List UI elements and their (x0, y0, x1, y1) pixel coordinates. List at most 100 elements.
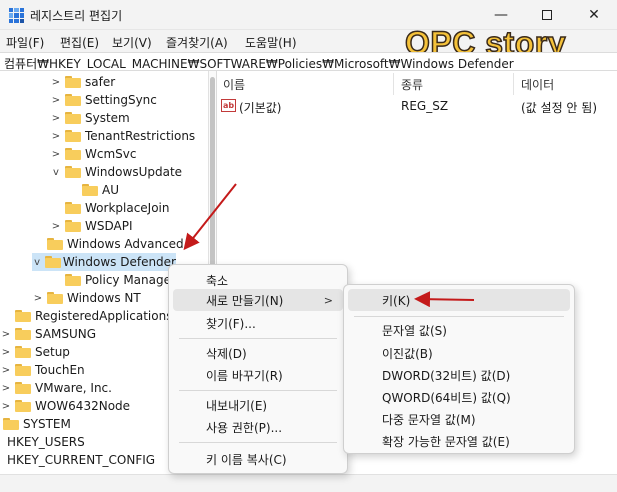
tree-item-safer[interactable]: > safer (50, 73, 115, 91)
column-divider[interactable] (393, 73, 394, 95)
menu-item-permissions[interactable]: 사용 권한(P)... (173, 416, 343, 438)
tree-item-label: WcmSvc (85, 147, 137, 161)
tree-item-vmware[interactable]: > VMware, Inc. (0, 379, 112, 397)
collapse-chevron-icon[interactable]: v (50, 167, 62, 178)
tree-item-label: System (85, 111, 130, 125)
expand-chevron-icon[interactable]: > (32, 293, 44, 304)
column-header-data[interactable]: 데이터 (521, 76, 554, 93)
expand-chevron-icon[interactable]: > (50, 113, 62, 124)
tree-item-windows-nt[interactable]: > Windows NT (32, 289, 141, 307)
tree-item-workplacejoin[interactable]: WorkplaceJoin (50, 199, 170, 217)
menu-item-copy-key-name[interactable]: 키 이름 복사(C) (173, 448, 343, 470)
tree-item-au[interactable]: AU (67, 181, 119, 199)
folder-icon (15, 310, 31, 322)
menu-item-multi-string-value[interactable]: 다중 문자열 값(M) (348, 408, 570, 430)
maximize-icon (542, 10, 552, 20)
menu-file[interactable]: 파일(F) (6, 34, 44, 51)
expand-chevron-icon[interactable]: > (0, 383, 12, 394)
folder-icon (65, 148, 81, 160)
tree-item-windows-advanced[interactable]: Windows Advanced (32, 235, 184, 253)
tree-item-label: SettingSync (85, 93, 157, 107)
folder-icon (3, 418, 19, 430)
tree-item-touchen[interactable]: > TouchEn (0, 361, 85, 379)
tree-item-tenantrestrictions[interactable]: > TenantRestrictions (50, 127, 195, 145)
menu-item-export[interactable]: 내보내기(E) (173, 394, 343, 416)
tree-item-windowsupdate[interactable]: v WindowsUpdate (50, 163, 182, 181)
tree-item-system-hive[interactable]: >SYSTEM (0, 415, 71, 433)
tree-item-hkey-users[interactable]: HKEY_USERS (7, 433, 85, 451)
close-button[interactable]: ✕ (571, 0, 617, 30)
tree-item-label: RegisteredApplications (35, 309, 173, 323)
folder-icon (45, 256, 61, 268)
tree-item-policy-manager[interactable]: Policy Manage (50, 271, 171, 289)
menu-item-rename[interactable]: 이름 바꾸기(R) (173, 364, 343, 386)
expand-chevron-icon[interactable]: > (0, 401, 12, 412)
expand-chevron-icon[interactable]: > (0, 329, 12, 340)
tree-item-system[interactable]: > System (50, 109, 130, 127)
tree-item-registeredapplications[interactable]: RegisteredApplications (0, 307, 172, 325)
tree-item-setup[interactable]: > Setup (0, 343, 70, 361)
tree-item-windows-defender[interactable]: v Windows Defender (32, 253, 176, 271)
menu-separator (179, 390, 337, 391)
tree-item-label: AU (102, 183, 119, 197)
folder-icon (65, 112, 81, 124)
folder-icon (65, 274, 81, 286)
column-header-name[interactable]: 이름 (223, 76, 245, 93)
submenu-arrow-icon: > (323, 293, 333, 307)
menu-separator (179, 338, 337, 339)
menu-item-delete[interactable]: 삭제(D) (173, 342, 343, 364)
menu-item-collapse[interactable]: 축소 (173, 269, 343, 291)
menu-item-binary-value[interactable]: 이진값(B) (348, 342, 570, 364)
close-icon: ✕ (588, 7, 600, 23)
folder-icon (15, 400, 31, 412)
folder-icon (65, 94, 81, 106)
menu-favorites[interactable]: 즐겨찾기(A) (166, 34, 228, 51)
tree-item-settingsync[interactable]: > SettingSync (50, 91, 157, 109)
tree-item-label: Windows Defender (62, 255, 176, 269)
column-divider[interactable] (513, 73, 514, 95)
value-data: (값 설정 안 됨) (521, 101, 598, 115)
tree-item-label: SYSTEM (23, 417, 71, 431)
menu-help[interactable]: 도움말(H) (245, 34, 297, 51)
tree-item-label: WSDAPI (85, 219, 133, 233)
folder-icon (15, 328, 31, 340)
collapse-chevron-icon[interactable]: v (32, 257, 42, 268)
value-name[interactable]: (기본값) (239, 99, 281, 116)
new-submenu: 키(K) 문자열 값(S) 이진값(B) DWORD(32비트) 값(D) QW… (343, 284, 575, 454)
folder-icon (15, 382, 31, 394)
tree-item-wow6432node[interactable]: > WOW6432Node (0, 397, 130, 415)
expand-chevron-icon[interactable]: > (50, 95, 62, 106)
tree-item-hkey-current-config[interactable]: HKEY_CURRENT_CONFIG (7, 451, 155, 469)
folder-icon (65, 220, 81, 232)
tree-item-label: TenantRestrictions (85, 129, 196, 143)
folder-icon (65, 166, 81, 178)
expand-chevron-icon[interactable]: > (50, 149, 62, 160)
expand-chevron-icon[interactable]: > (50, 221, 62, 232)
menu-item-string-value[interactable]: 문자열 값(S) (348, 319, 570, 341)
menu-edit[interactable]: 편집(E) (60, 34, 99, 51)
horizontal-scrollbar[interactable] (0, 474, 617, 492)
folder-icon (65, 76, 81, 88)
expand-chevron-icon[interactable]: > (50, 131, 62, 142)
tree-item-label: HKEY_CURRENT_CONFIG (7, 453, 156, 467)
address-bar[interactable]: 컴퓨터₩HKEY_LOCAL_MACHINE₩SOFTWARE₩Policies… (0, 52, 617, 71)
folder-icon (15, 346, 31, 358)
expand-chevron-icon[interactable]: > (50, 77, 62, 88)
tree-item-wcmsvc[interactable]: > WcmSvc (50, 145, 137, 163)
tree-item-label: HKEY_USERS (7, 435, 85, 449)
menu-item-new-key[interactable]: 키(K) (348, 289, 570, 311)
menu-item-find[interactable]: 찾기(F)... (173, 312, 343, 334)
folder-icon (65, 202, 81, 214)
menu-item-expandable-string-value[interactable]: 확장 가능한 문자열 값(E) (348, 430, 570, 452)
expand-chevron-icon[interactable]: > (0, 365, 12, 376)
menu-item-new[interactable]: 새로 만들기(N) > (173, 289, 343, 311)
tree-item-wsdapi[interactable]: > WSDAPI (50, 217, 133, 235)
tree-item-samsung[interactable]: > SAMSUNG (0, 325, 96, 343)
menu-item-qword-value[interactable]: QWORD(64비트) 값(Q) (348, 386, 570, 408)
menu-item-dword-value[interactable]: DWORD(32비트) 값(D) (348, 364, 570, 386)
expand-chevron-icon[interactable]: > (0, 347, 12, 358)
column-header-type[interactable]: 종류 (401, 76, 423, 93)
context-menu: 축소 새로 만들기(N) > 찾기(F)... 삭제(D) 이름 바꾸기(R) … (168, 264, 348, 474)
menu-view[interactable]: 보기(V) (112, 34, 152, 51)
tree-item-label: WindowsUpdate (85, 165, 183, 179)
